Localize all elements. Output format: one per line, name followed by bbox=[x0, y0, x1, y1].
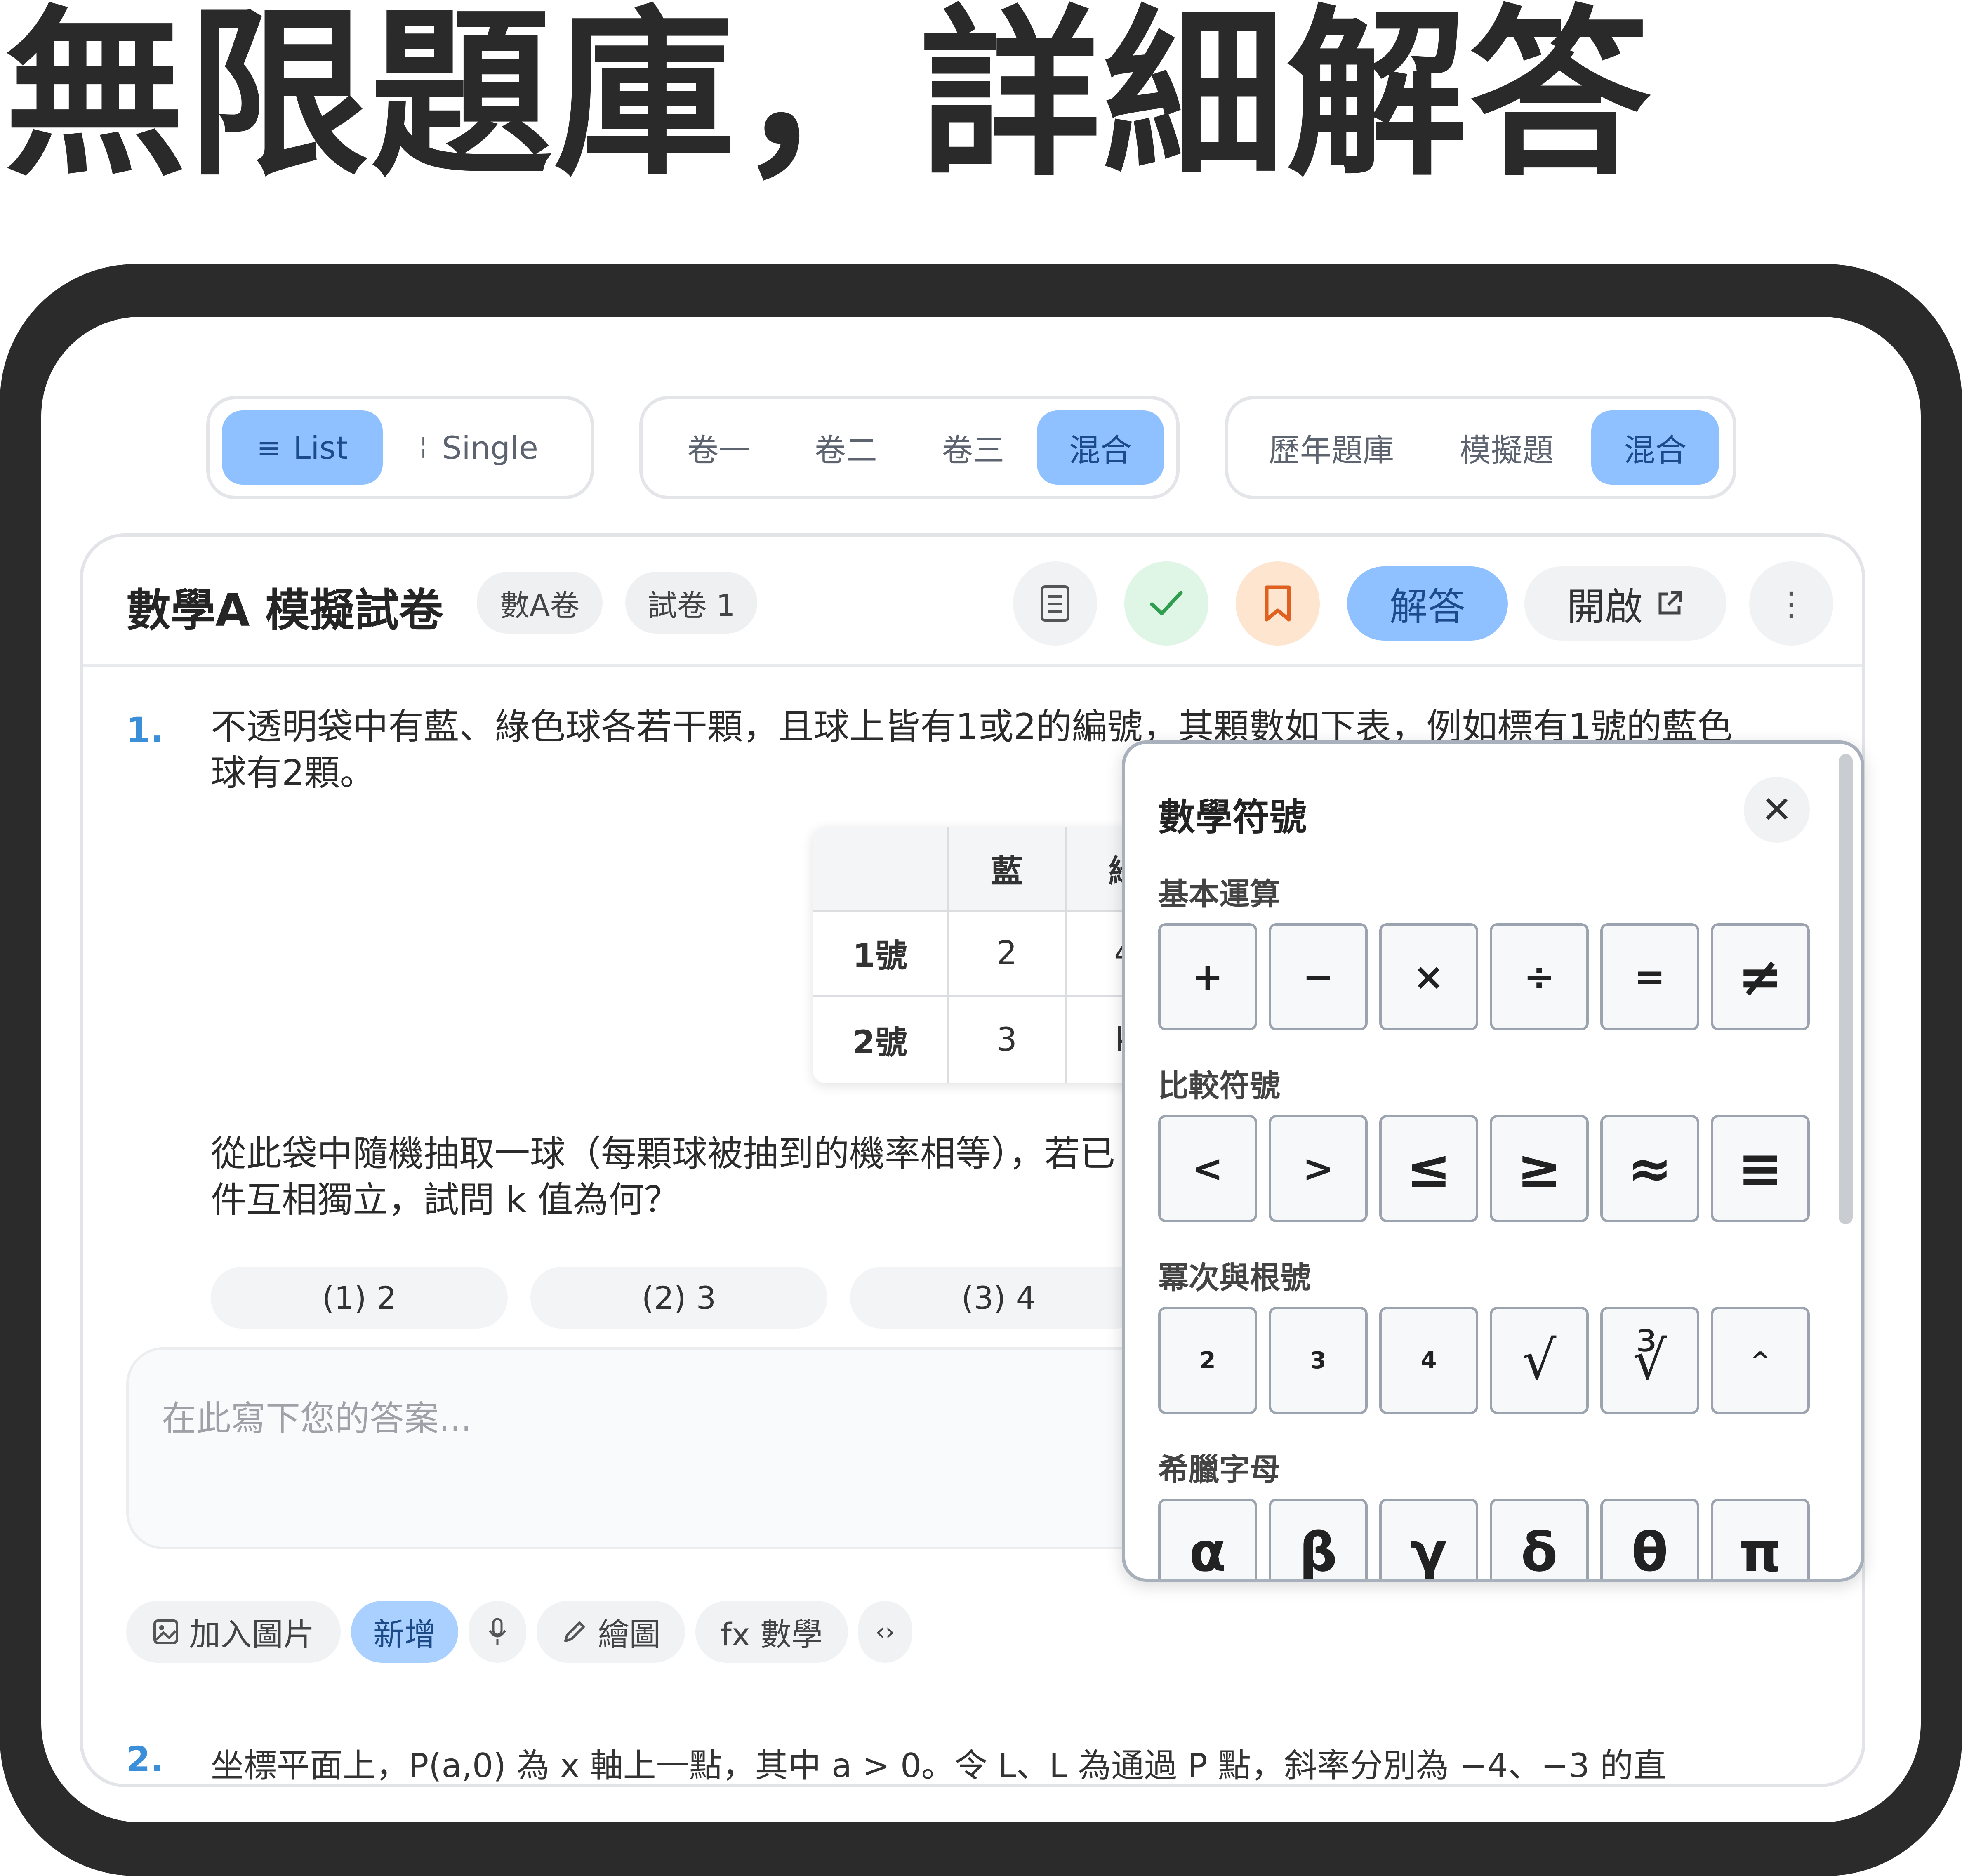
symbol-button[interactable]: ^ bbox=[1711, 1307, 1810, 1414]
symbol-button[interactable]: 2 bbox=[1158, 1307, 1257, 1414]
symbol-button[interactable]: > bbox=[1269, 1115, 1368, 1222]
table-cell: 2 bbox=[949, 912, 1067, 997]
section-title: 比較符號 bbox=[1158, 1068, 1280, 1104]
paper-tabs: 卷一 卷二 卷三 混合 bbox=[639, 396, 1180, 499]
panel-scrollbar[interactable] bbox=[1839, 754, 1853, 1224]
add-button[interactable]: 新增 bbox=[351, 1601, 458, 1663]
question-text-line: 坐標平面上，P(a,0) 為 x 軸上一點，其中 a > 0。令 L、L 為通過… bbox=[211, 1746, 1666, 1785]
option-1[interactable]: (1) 2 bbox=[211, 1267, 508, 1329]
mark-correct-button[interactable] bbox=[1124, 561, 1208, 646]
notes-button[interactable] bbox=[1013, 561, 1097, 646]
section-title: 冪次與根號 bbox=[1158, 1260, 1311, 1296]
data-table: 藍 綠 1號 2 4 2號 3 k bbox=[813, 827, 1151, 1083]
view-toggle: ≡ List ╎ Single bbox=[206, 396, 594, 499]
bookmark-icon bbox=[1265, 585, 1291, 622]
answer-placeholder: 在此寫下您的答案... bbox=[162, 1398, 472, 1439]
section-title: 基本運算 bbox=[1158, 877, 1280, 912]
symbol-button[interactable]: × bbox=[1379, 923, 1478, 1030]
tab-mock-exams[interactable]: 模擬題 bbox=[1422, 410, 1591, 485]
symbol-button[interactable]: ≈ bbox=[1600, 1115, 1699, 1222]
symbol-button[interactable]: + bbox=[1158, 923, 1257, 1030]
symbol-button[interactable]: − bbox=[1269, 923, 1368, 1030]
headline: 無限題庫，詳細解答 bbox=[4, 0, 1652, 200]
question-text-line: 件互相獨立，試問 k 值為何？ bbox=[211, 1179, 680, 1221]
pencil-icon bbox=[564, 1621, 585, 1642]
close-icon: ✕ bbox=[1761, 788, 1792, 832]
symbol-button[interactable]: ≤ bbox=[1379, 1115, 1478, 1222]
image-icon bbox=[153, 1619, 178, 1644]
math-input-button[interactable]: fx 數學 bbox=[695, 1601, 848, 1663]
option-3[interactable]: (3) 4 bbox=[850, 1267, 1147, 1329]
document-icon bbox=[1041, 585, 1069, 622]
list-icon: ≡ bbox=[257, 431, 281, 464]
close-button[interactable]: ✕ bbox=[1744, 777, 1810, 843]
more-options-button[interactable]: ⋮ bbox=[1749, 561, 1833, 646]
card-title: 數學A 模擬試卷 bbox=[126, 585, 444, 636]
draw-button[interactable]: 繪圖 bbox=[537, 1601, 685, 1663]
list-view-button[interactable]: ≡ List bbox=[222, 410, 383, 485]
symbol-button[interactable]: ≡ bbox=[1711, 1115, 1810, 1222]
question-number: 2. bbox=[126, 1739, 164, 1779]
tab-paper-mixed[interactable]: 混合 bbox=[1036, 410, 1164, 485]
symbol-button[interactable]: δ bbox=[1490, 1499, 1589, 1579]
symbol-button[interactable]: 3 bbox=[1269, 1307, 1368, 1414]
single-view-button[interactable]: ╎ Single bbox=[391, 410, 564, 485]
tab-source-mixed[interactable]: 混合 bbox=[1591, 410, 1719, 485]
tab-paper-3[interactable]: 卷三 bbox=[909, 410, 1037, 485]
open-external-button[interactable]: 開啟 bbox=[1524, 566, 1726, 641]
symbol-button[interactable]: ∛ bbox=[1600, 1307, 1699, 1414]
table-cell: 3 bbox=[949, 997, 1067, 1083]
panel-title: 數學符號 bbox=[1158, 796, 1307, 839]
add-image-button[interactable]: 加入圖片 bbox=[126, 1601, 341, 1663]
question-text-line: 球有2顆。 bbox=[211, 752, 375, 794]
card-header: 數學A 模擬試卷 數A卷 試卷 1 解答 開啟 ⋮ bbox=[83, 537, 1862, 667]
voice-input-button[interactable] bbox=[469, 1601, 526, 1663]
paper-tag: 數A卷 bbox=[477, 572, 603, 634]
table-header-cell bbox=[813, 827, 949, 912]
symbol-button[interactable]: √ bbox=[1490, 1307, 1589, 1414]
symbol-button[interactable]: ≠ bbox=[1711, 923, 1810, 1030]
code-button[interactable]: ‹› bbox=[858, 1601, 912, 1663]
check-icon bbox=[1150, 591, 1183, 615]
symbol-button[interactable]: < bbox=[1158, 1115, 1257, 1222]
table-row-label: 1號 bbox=[813, 912, 949, 997]
microphone-icon bbox=[488, 1618, 506, 1645]
math-symbols-panel: 數學符號 ✕ 基本運算 + − × ÷ = ≠ 比較符號 < > ≤ ≥ ≈ ≡… bbox=[1122, 740, 1864, 1582]
symbol-button[interactable]: 4 bbox=[1379, 1307, 1478, 1414]
code-icon: ‹› bbox=[875, 1617, 895, 1646]
symbol-button[interactable]: ÷ bbox=[1490, 923, 1589, 1030]
option-2[interactable]: (2) 3 bbox=[530, 1267, 827, 1329]
symbol-button[interactable]: θ bbox=[1600, 1499, 1699, 1579]
table-header-cell: 藍 bbox=[949, 827, 1067, 912]
source-tabs: 歷年題庫 模擬題 混合 bbox=[1225, 396, 1736, 499]
tab-paper-1[interactable]: 卷一 bbox=[655, 410, 782, 485]
question-text-line: 從此袋中隨機抽取一球（每顆球被抽到的機率相等），若已 bbox=[211, 1133, 1115, 1174]
question-number: 1. bbox=[126, 710, 164, 750]
exam-tag: 試卷 1 bbox=[625, 572, 757, 634]
tab-paper-2[interactable]: 卷二 bbox=[782, 410, 910, 485]
more-vertical-icon: ⋮ bbox=[1775, 584, 1808, 623]
section-title: 希臘字母 bbox=[1158, 1452, 1280, 1487]
table-row-label: 2號 bbox=[813, 997, 949, 1083]
external-link-icon bbox=[1658, 591, 1682, 615]
symbol-button[interactable]: α bbox=[1158, 1499, 1257, 1579]
single-icon: ╎ bbox=[417, 436, 430, 460]
symbol-button[interactable]: β bbox=[1269, 1499, 1368, 1579]
bookmark-button[interactable] bbox=[1236, 561, 1320, 646]
symbol-button[interactable]: = bbox=[1600, 923, 1699, 1030]
show-answer-button[interactable]: 解答 bbox=[1347, 566, 1508, 641]
symbol-button[interactable]: ≥ bbox=[1490, 1115, 1589, 1222]
symbol-button[interactable]: γ bbox=[1379, 1499, 1478, 1579]
symbol-button[interactable]: π bbox=[1711, 1499, 1810, 1579]
tab-past-exams[interactable]: 歷年題庫 bbox=[1241, 410, 1422, 485]
